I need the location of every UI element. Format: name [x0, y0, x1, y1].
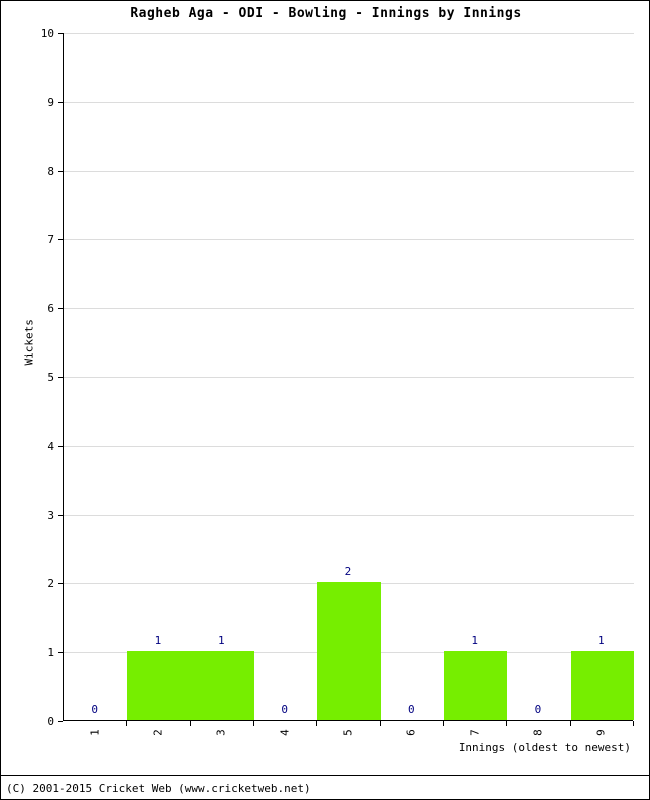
bar-value-label: 0 — [281, 703, 288, 716]
y-tick-mark — [58, 721, 63, 722]
bar — [190, 651, 254, 720]
x-tick-label: 1 — [88, 729, 102, 736]
y-tick-label: 5 — [47, 371, 54, 384]
gridline — [64, 377, 634, 378]
x-tick-mark — [189, 721, 191, 726]
x-tick-mark — [316, 721, 318, 726]
x-tick-mark — [506, 721, 508, 726]
bar — [444, 651, 508, 720]
x-tick-mark — [253, 721, 254, 726]
chart-title: Ragheb Aga - ODI - Bowling - Innings by … — [130, 6, 522, 21]
y-tick-label: 7 — [47, 233, 54, 247]
x-tick-label: 9 — [594, 729, 608, 736]
gridline — [64, 445, 634, 447]
footer-copyright: (C) 2001-2015 Cricket Web (www.cricketwe… — [6, 782, 311, 795]
y-tick-label: 9 — [47, 95, 54, 109]
y-tick-label: 6 — [47, 302, 54, 316]
y-tick-label: 4 — [47, 439, 54, 453]
x-tick-label: 8 — [531, 729, 545, 736]
gridline — [64, 33, 634, 34]
y-tick-label: 3 — [47, 508, 54, 522]
x-tick-label: 4 — [278, 729, 292, 736]
bar-value-label: 1 — [154, 634, 162, 648]
gridline — [64, 170, 634, 172]
x-axis-title: Innings (oldest to newest) — [458, 741, 631, 754]
y-tick-label: 8 — [47, 164, 54, 178]
x-tick-label: 5 — [341, 729, 355, 736]
y-tick-label: 1 — [47, 646, 54, 660]
x-tick-mark — [379, 721, 381, 726]
gridline — [64, 514, 634, 516]
bar-value-label: 0 — [534, 703, 542, 716]
x-tick-label: 2 — [151, 729, 165, 736]
y-tick-label: 2 — [47, 577, 54, 591]
gridline — [64, 308, 634, 310]
x-tick-label: 6 — [404, 729, 418, 736]
x-tick-mark — [126, 721, 128, 726]
bar-value-label: 1 — [598, 634, 605, 648]
gridline — [64, 101, 634, 103]
y-tick-label: 10 — [40, 27, 54, 40]
bar-value-label: 1 — [471, 634, 478, 648]
gridline — [64, 239, 634, 241]
bar-value-label: 0 — [408, 703, 415, 716]
bar — [127, 651, 191, 720]
x-tick-mark — [443, 721, 444, 726]
footer-divider — [1, 775, 649, 776]
bar-value-label: 0 — [91, 703, 98, 716]
y-axis-title: Wickets — [22, 319, 36, 366]
bar — [317, 582, 381, 720]
y-tick-label: 0 — [47, 715, 54, 728]
bar-value-label: 2 — [344, 565, 352, 579]
chart-container: Ragheb Aga - ODI - Bowling - Innings by … — [0, 0, 650, 800]
x-tick-mark — [569, 721, 571, 726]
x-tick-label: 7 — [468, 729, 482, 736]
plot-area — [63, 33, 634, 721]
bar — [570, 651, 634, 720]
x-tick-mark — [633, 721, 634, 726]
bar-value-label: 1 — [218, 634, 225, 648]
x-tick-label: 3 — [214, 729, 228, 736]
